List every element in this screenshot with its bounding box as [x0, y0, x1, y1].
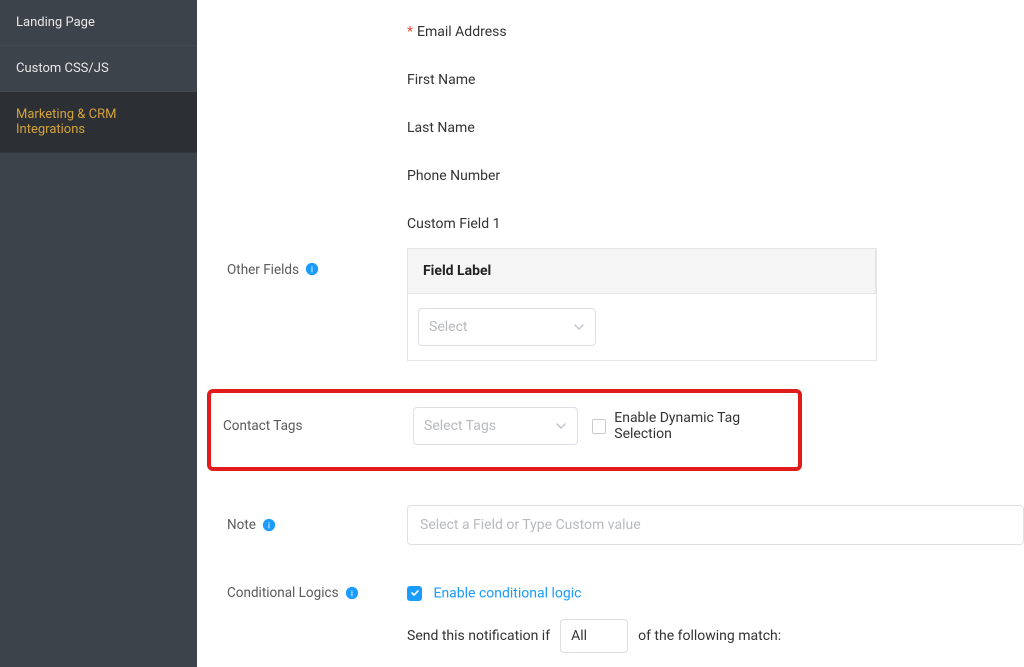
- contact-tags-label: Contact Tags: [223, 418, 413, 434]
- conditional-logics-label: Conditional Logics i: [227, 585, 407, 601]
- svg-text:i: i: [311, 265, 313, 276]
- sidebar-item-marketing-crm[interactable]: Marketing & CRM Integrations: [0, 92, 197, 153]
- field-email: *Email Address: [407, 0, 1024, 60]
- note-label: Note i: [227, 517, 407, 533]
- cond-sentence-prefix: Send this notification if: [407, 628, 550, 644]
- chevron-down-icon: [555, 420, 567, 432]
- field-first-name: First Name: [407, 60, 1024, 108]
- note-input[interactable]: Select a Field or Type Custom value: [407, 505, 1024, 545]
- cond-sentence-suffix: of the following match:: [638, 628, 781, 644]
- info-icon: i: [305, 262, 319, 276]
- sidebar-item-custom-css-js[interactable]: Custom CSS/JS: [0, 46, 197, 92]
- field-last-name: Last Name: [407, 108, 1024, 156]
- field-custom-1: Custom Field 1: [407, 204, 1024, 242]
- field-phone: Phone Number: [407, 156, 1024, 204]
- other-fields-label: Other Fields i: [227, 248, 407, 278]
- main-content: Map Fields *Email Address First Name Las…: [197, 0, 1024, 667]
- enable-conditional-label: Enable conditional logic: [433, 585, 581, 601]
- field-label-select[interactable]: Select: [418, 308, 596, 346]
- contact-tags-highlight: Contact Tags Select Tags Enable Dynamic …: [207, 389, 802, 471]
- sidebar: Landing Page Custom CSS/JS Marketing & C…: [0, 0, 197, 667]
- match-type-input[interactable]: All: [560, 619, 628, 653]
- info-icon: i: [345, 586, 359, 600]
- contact-tags-select[interactable]: Select Tags: [413, 407, 578, 445]
- dynamic-tag-label: Enable Dynamic Tag Selection: [614, 410, 786, 442]
- sidebar-item-landing-page[interactable]: Landing Page: [0, 0, 197, 46]
- required-star-icon: *: [407, 24, 413, 40]
- svg-text:i: i: [268, 521, 270, 532]
- th-field-label: Field Label: [408, 249, 876, 294]
- chevron-down-icon: [573, 321, 585, 333]
- svg-text:i: i: [350, 589, 352, 600]
- info-icon: i: [262, 518, 276, 532]
- dynamic-tag-checkbox[interactable]: [592, 419, 606, 434]
- enable-conditional-checkbox[interactable]: [407, 586, 422, 601]
